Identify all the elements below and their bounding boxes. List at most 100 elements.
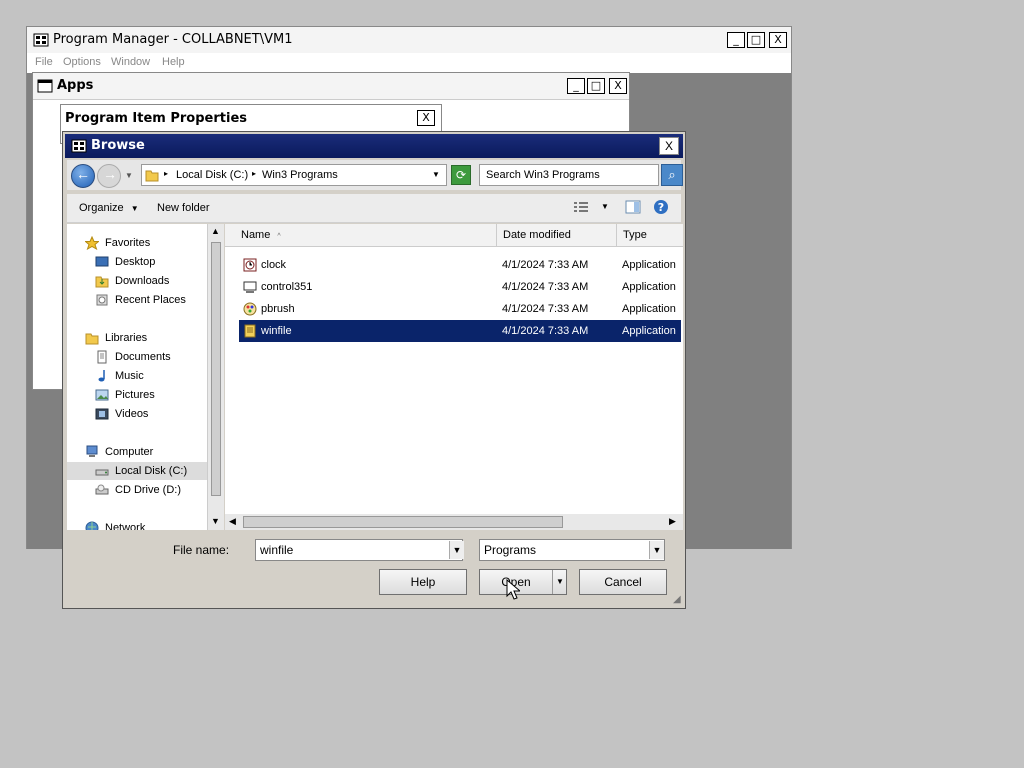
nav-cd-drive[interactable]: CD Drive (D:) bbox=[67, 481, 209, 499]
refresh-icon[interactable]: ⟳ bbox=[451, 165, 471, 185]
breadcrumb-chevron-icon[interactable]: ▸ bbox=[252, 169, 256, 178]
help-icon[interactable]: ? bbox=[653, 199, 669, 218]
menu-window[interactable]: Window bbox=[111, 56, 150, 68]
file-row[interactable]: control351 4/1/2024 7:33 AM Application bbox=[239, 276, 681, 298]
close-button[interactable]: X bbox=[769, 32, 787, 48]
program-manager-title-bar[interactable]: Program Manager - COLLABNET\VM1 _ □ X bbox=[27, 27, 791, 54]
pip-close-button[interactable]: X bbox=[417, 110, 435, 126]
file-type: Application bbox=[622, 303, 676, 315]
menu-options[interactable]: Options bbox=[63, 56, 101, 68]
menu-help[interactable]: Help bbox=[162, 56, 185, 68]
breadcrumb-local-disk[interactable]: Local Disk (C:) bbox=[176, 169, 248, 181]
recent-pages-chevron-icon[interactable]: ▼ bbox=[125, 171, 133, 180]
nav-libraries-label: Libraries bbox=[105, 332, 148, 344]
apps-close-button[interactable]: X bbox=[609, 78, 627, 94]
navigation-pane-scrollbar[interactable]: ▲ ▼ bbox=[207, 224, 224, 530]
program-item-properties-title: Program Item Properties bbox=[65, 111, 247, 126]
scroll-left-icon[interactable]: ◀ bbox=[229, 516, 236, 527]
minimize-button[interactable]: _ bbox=[727, 32, 745, 48]
navigation-scroll-thumb[interactable] bbox=[211, 242, 221, 496]
nav-computer-label: Computer bbox=[105, 446, 154, 458]
file-name: clock bbox=[261, 259, 287, 271]
search-icon[interactable]: ⌕ bbox=[661, 164, 683, 186]
cancel-button[interactable]: Cancel bbox=[579, 569, 667, 595]
file-type: Application bbox=[622, 259, 676, 271]
view-options-icon[interactable] bbox=[573, 200, 589, 217]
nav-desktop[interactable]: Desktop bbox=[67, 253, 209, 271]
file-list: Name ^ Date modified Type clock 4/1/2024 … bbox=[225, 224, 683, 514]
apps-maximize-button[interactable]: □ bbox=[587, 78, 605, 94]
view-dropdown-icon[interactable]: ▼ bbox=[601, 202, 609, 211]
address-breadcrumb[interactable]: ▸ Local Disk (C:) ▸ Win3 Programs ▼ bbox=[141, 164, 447, 186]
horizontal-scroll-thumb[interactable] bbox=[243, 516, 563, 528]
nav-documents[interactable]: Documents bbox=[67, 348, 209, 366]
organize-label: Organize bbox=[79, 202, 124, 214]
new-folder-button[interactable]: New folder bbox=[157, 202, 210, 214]
open-options-dropdown-icon[interactable]: ▼ bbox=[552, 570, 567, 594]
nav-libraries[interactable]: Libraries bbox=[67, 329, 209, 347]
help-button[interactable]: Help bbox=[379, 569, 467, 595]
libraries-icon bbox=[85, 331, 99, 345]
nav-music[interactable]: Music bbox=[67, 367, 209, 385]
paintbrush-icon bbox=[243, 302, 257, 316]
browse-close-button[interactable]: X bbox=[659, 137, 679, 155]
breadcrumb-win3-programs[interactable]: Win3 Programs bbox=[262, 169, 338, 181]
program-manager-menu-bar: File Options Window Help bbox=[27, 53, 791, 74]
navigation-pane: Favorites Desktop Downloads Recent Place… bbox=[67, 224, 210, 530]
network-globe-icon bbox=[85, 521, 99, 530]
apps-title-bar[interactable]: Apps _ □ X bbox=[33, 73, 629, 100]
browse-title-bar[interactable]: Browse X bbox=[65, 134, 683, 158]
nav-network[interactable]: Network bbox=[67, 519, 209, 530]
back-arrow-icon[interactable] bbox=[71, 164, 95, 188]
nav-computer[interactable]: Computer bbox=[67, 443, 209, 461]
file-type-dropdown-icon[interactable]: ▼ bbox=[649, 541, 664, 559]
file-list-horizontal-scrollbar[interactable]: ◀ ▶ bbox=[225, 514, 683, 530]
program-manager-title: Program Manager - COLLABNET\VM1 bbox=[53, 32, 293, 47]
address-dropdown-icon[interactable]: ▼ bbox=[432, 170, 440, 179]
organize-button[interactable]: Organize ▼ bbox=[79, 202, 139, 214]
menu-file[interactable]: File bbox=[35, 56, 53, 68]
file-rows: clock 4/1/2024 7:33 AM Application control3… bbox=[225, 224, 683, 514]
nav-recent-places[interactable]: Recent Places bbox=[67, 291, 209, 309]
forward-arrow-icon[interactable] bbox=[97, 164, 121, 188]
nav-pictures[interactable]: Pictures bbox=[67, 386, 209, 404]
file-row[interactable]: clock 4/1/2024 7:33 AM Application bbox=[239, 254, 681, 276]
file-name-input[interactable]: winfile bbox=[255, 539, 463, 561]
file-name: control351 bbox=[261, 281, 313, 293]
preview-pane-icon[interactable] bbox=[625, 200, 641, 217]
group-icon bbox=[37, 79, 53, 96]
nav-favorites[interactable]: Favorites bbox=[67, 234, 209, 252]
file-type-select[interactable]: Programs bbox=[479, 539, 665, 561]
file-row[interactable]: pbrush 4/1/2024 7:33 AM Application bbox=[239, 298, 681, 320]
resize-grip-icon[interactable]: ◢ bbox=[673, 594, 681, 605]
nav-recent-places-label: Recent Places bbox=[115, 294, 186, 306]
desktop-icon bbox=[95, 255, 109, 269]
nav-videos[interactable]: Videos bbox=[67, 405, 209, 423]
program-manager-icon bbox=[33, 32, 49, 51]
open-button[interactable]: Open ▼ bbox=[479, 569, 567, 595]
search-input[interactable]: Search Win3 Programs bbox=[479, 164, 659, 186]
downloads-icon bbox=[95, 274, 109, 288]
browse-dialog: Browse X ▼ ▸ Local Disk (C:) ▸ Win3 Prog… bbox=[62, 131, 686, 609]
file-date-modified: 4/1/2024 7:33 AM bbox=[502, 325, 589, 337]
folder-icon bbox=[145, 168, 159, 185]
recent-places-icon bbox=[95, 293, 109, 307]
file-name: winfile bbox=[261, 325, 292, 337]
file-date-modified: 4/1/2024 7:33 AM bbox=[502, 303, 589, 315]
scroll-up-icon[interactable]: ▲ bbox=[211, 226, 220, 236]
file-date-modified: 4/1/2024 7:33 AM bbox=[502, 281, 589, 293]
maximize-button[interactable]: □ bbox=[747, 32, 765, 48]
scroll-right-icon[interactable]: ▶ bbox=[669, 516, 676, 527]
videos-icon bbox=[95, 407, 109, 421]
file-row[interactable]: winfile 4/1/2024 7:33 AM Application bbox=[239, 320, 681, 342]
scroll-down-icon[interactable]: ▼ bbox=[211, 516, 220, 526]
nav-downloads[interactable]: Downloads bbox=[67, 272, 209, 290]
nav-local-disk[interactable]: Local Disk (C:) bbox=[67, 462, 209, 480]
music-note-icon bbox=[95, 369, 109, 383]
file-name-dropdown-icon[interactable]: ▼ bbox=[449, 541, 464, 559]
breadcrumb-chevron-icon[interactable]: ▸ bbox=[164, 169, 168, 178]
nav-videos-label: Videos bbox=[115, 408, 149, 420]
address-bar-row: ▼ ▸ Local Disk (C:) ▸ Win3 Programs ▼ ⟳ … bbox=[67, 160, 683, 190]
apps-minimize-button[interactable]: _ bbox=[567, 78, 585, 94]
nav-documents-label: Documents bbox=[115, 351, 171, 363]
